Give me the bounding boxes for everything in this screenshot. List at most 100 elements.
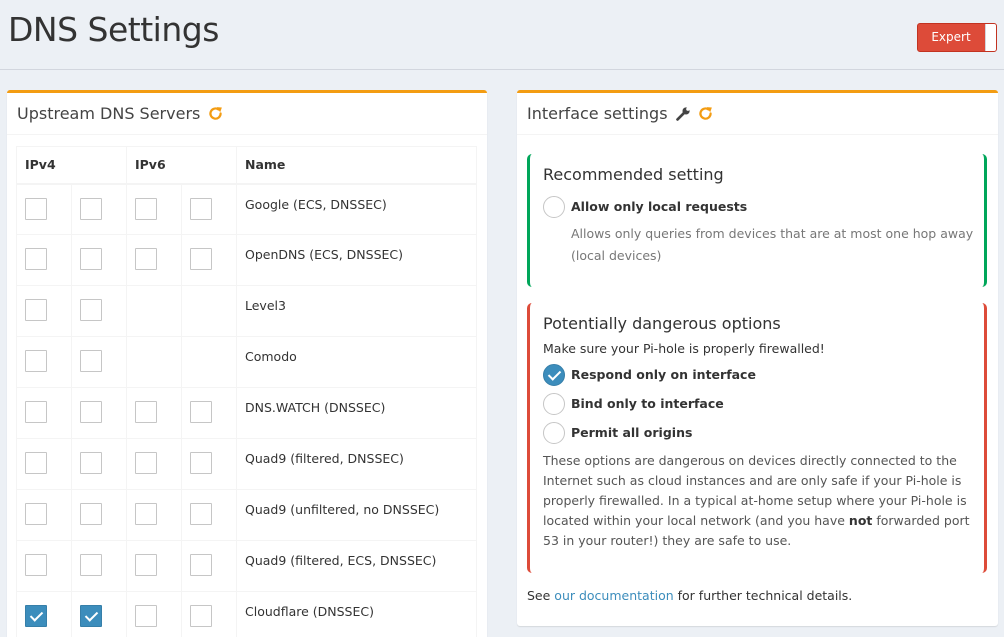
checkbox-cell <box>126 489 182 541</box>
ipv6-checkbox-1[interactable] <box>135 248 157 270</box>
table-row: Quad9 (filtered, ECS, DNSSEC) <box>16 540 477 592</box>
ipv6-checkbox-2[interactable] <box>190 605 212 627</box>
checkbox-cell <box>16 591 72 637</box>
page-title: DNS Settings <box>8 10 219 49</box>
ipv6-checkbox-2[interactable] <box>190 248 212 270</box>
ipv4-checkbox-2[interactable] <box>80 605 102 627</box>
option-label[interactable]: Allow only local requests <box>571 199 747 214</box>
checkbox-cell <box>181 183 237 235</box>
ipv4-checkbox-2[interactable] <box>80 503 102 525</box>
server-name: Level3 <box>236 285 477 337</box>
dangerous-option[interactable]: Bind only to interface <box>543 389 984 418</box>
ipv4-checkbox-1[interactable] <box>25 452 47 474</box>
ipv4-checkbox-2[interactable] <box>80 299 102 321</box>
option-label[interactable]: Permit all origins <box>571 425 692 440</box>
upstream-dns-box: Upstream DNS Servers IPv4 IPv6 Name Goog… <box>7 90 487 637</box>
documentation-note: See our documentation for further techni… <box>527 588 852 603</box>
server-name: Quad9 (filtered, DNSSEC) <box>236 438 477 490</box>
checkbox-cell <box>181 234 237 286</box>
table-row: Level3 <box>16 285 477 337</box>
ipv4-checkbox-2[interactable] <box>80 197 102 220</box>
expert-toggle-handle[interactable] <box>985 24 996 51</box>
ipv6-checkbox-2[interactable] <box>190 503 212 525</box>
wrench-icon <box>675 107 690 121</box>
dangerous-description: These options are dangerous on devices d… <box>543 451 975 551</box>
table-row: Cloudflare (DNSSEC) <box>16 591 477 637</box>
checkbox-cell <box>71 183 127 235</box>
table-header-row: IPv4 IPv6 Name <box>16 146 477 185</box>
dangerous-callout: Potentially dangerous options Make sure … <box>527 303 987 573</box>
ipv6-checkbox-2[interactable] <box>190 452 212 474</box>
firewall-warning: Make sure your Pi-hole is properly firew… <box>543 341 825 356</box>
ipv6-checkbox-1[interactable] <box>135 503 157 525</box>
ipv4-checkbox-1[interactable] <box>25 299 47 321</box>
page-header: DNS Settings Expert <box>0 0 1004 70</box>
dangerous-option[interactable]: Permit all origins <box>543 418 984 447</box>
checkbox-cell <box>71 489 127 541</box>
server-name: Comodo <box>236 336 477 388</box>
ipv6-checkbox-1[interactable] <box>135 197 157 220</box>
dangerous-title: Potentially dangerous options <box>543 314 781 333</box>
ipv6-checkbox-2[interactable] <box>190 554 212 576</box>
checkbox-cell <box>71 591 127 637</box>
checkbox-cell <box>181 591 237 637</box>
checkbox-cell <box>126 591 182 637</box>
server-name: Cloudflare (DNSSEC) <box>236 591 477 637</box>
ipv6-checkbox-2[interactable] <box>190 197 212 220</box>
checkbox-cell <box>71 387 127 439</box>
ipv4-checkbox-1[interactable] <box>25 605 47 627</box>
ipv6-checkbox-2[interactable] <box>190 401 212 423</box>
ipv4-checkbox-2[interactable] <box>80 401 102 423</box>
table-row: Quad9 (filtered, DNSSEC) <box>16 438 477 490</box>
col-name: Name <box>236 146 477 185</box>
checkbox-cell <box>16 336 72 388</box>
dangerous-options-list: Respond only on interface Bind only to in… <box>543 360 984 447</box>
upstream-dns-header: Upstream DNS Servers <box>7 93 487 135</box>
radio-local-requests[interactable] <box>543 195 565 218</box>
ipv6-checkbox-1[interactable] <box>135 401 157 423</box>
ipv4-checkbox-1[interactable] <box>25 350 47 372</box>
radio-option-1[interactable] <box>543 363 565 386</box>
ipv4-checkbox-2[interactable] <box>80 452 102 474</box>
table-row: Comodo <box>16 336 477 388</box>
ipv4-checkbox-1[interactable] <box>25 197 47 220</box>
ipv4-checkbox-1[interactable] <box>25 401 47 423</box>
radio-option-3[interactable] <box>543 421 565 444</box>
ipv4-checkbox-1[interactable] <box>25 248 47 270</box>
ipv4-checkbox-2[interactable] <box>80 350 102 372</box>
ipv4-checkbox-2[interactable] <box>80 554 102 576</box>
refresh-icon[interactable] <box>207 105 224 122</box>
checkbox-cell <box>181 438 237 490</box>
checkbox-cell <box>16 540 72 592</box>
radio-option-2[interactable] <box>543 392 565 415</box>
checkbox-cell <box>126 540 182 592</box>
expert-toggle[interactable]: Expert <box>917 23 997 52</box>
recommended-callout: Recommended setting Allow only local req… <box>527 154 987 287</box>
documentation-link[interactable]: our documentation <box>554 588 673 603</box>
option-label[interactable]: Bind only to interface <box>571 396 724 411</box>
checkbox-cell <box>126 387 182 439</box>
checkbox-cell <box>16 234 72 286</box>
checkbox-cell <box>181 336 237 388</box>
ipv4-checkbox-2[interactable] <box>80 248 102 270</box>
option-label[interactable]: Respond only on interface <box>571 367 756 382</box>
col-ipv4: IPv4 <box>16 146 127 185</box>
refresh-icon[interactable] <box>697 105 714 122</box>
option-local-requests[interactable]: Allow only local requests <box>543 192 984 221</box>
doc-suffix: for further technical details. <box>673 588 853 603</box>
dangerous-option[interactable]: Respond only on interface <box>543 360 984 389</box>
ipv6-checkbox-1[interactable] <box>135 554 157 576</box>
checkbox-cell <box>16 387 72 439</box>
col-ipv6: IPv6 <box>126 146 237 185</box>
interface-settings-title: Interface settings <box>527 104 668 123</box>
checkbox-cell <box>181 489 237 541</box>
ipv4-checkbox-1[interactable] <box>25 503 47 525</box>
checkbox-cell <box>181 540 237 592</box>
ipv6-checkbox-1[interactable] <box>135 452 157 474</box>
option-description: Allows only queries from devices that ar… <box>571 226 974 263</box>
checkbox-cell <box>181 387 237 439</box>
desc-emphasis: not <box>848 513 873 528</box>
ipv4-checkbox-1[interactable] <box>25 554 47 576</box>
server-name: Google (ECS, DNSSEC) <box>236 183 477 235</box>
ipv6-checkbox-1[interactable] <box>135 605 157 627</box>
